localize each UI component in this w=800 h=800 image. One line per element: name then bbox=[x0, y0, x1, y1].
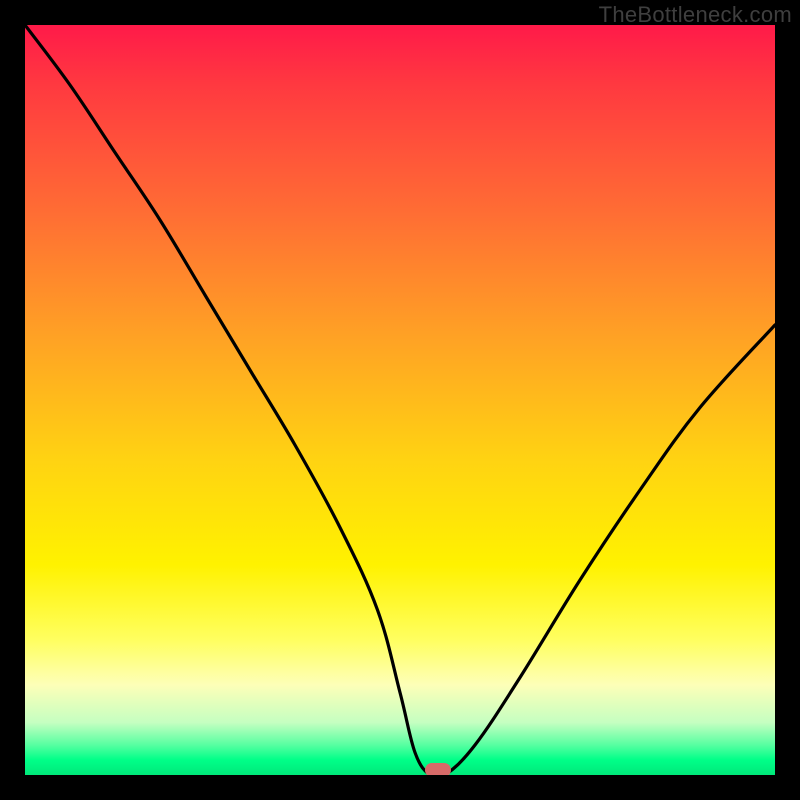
bottleneck-curve bbox=[25, 25, 775, 775]
optimum-marker bbox=[425, 763, 451, 775]
chart-frame: TheBottleneck.com bbox=[0, 0, 800, 800]
plot-area bbox=[25, 25, 775, 775]
watermark-text: TheBottleneck.com bbox=[599, 2, 792, 28]
